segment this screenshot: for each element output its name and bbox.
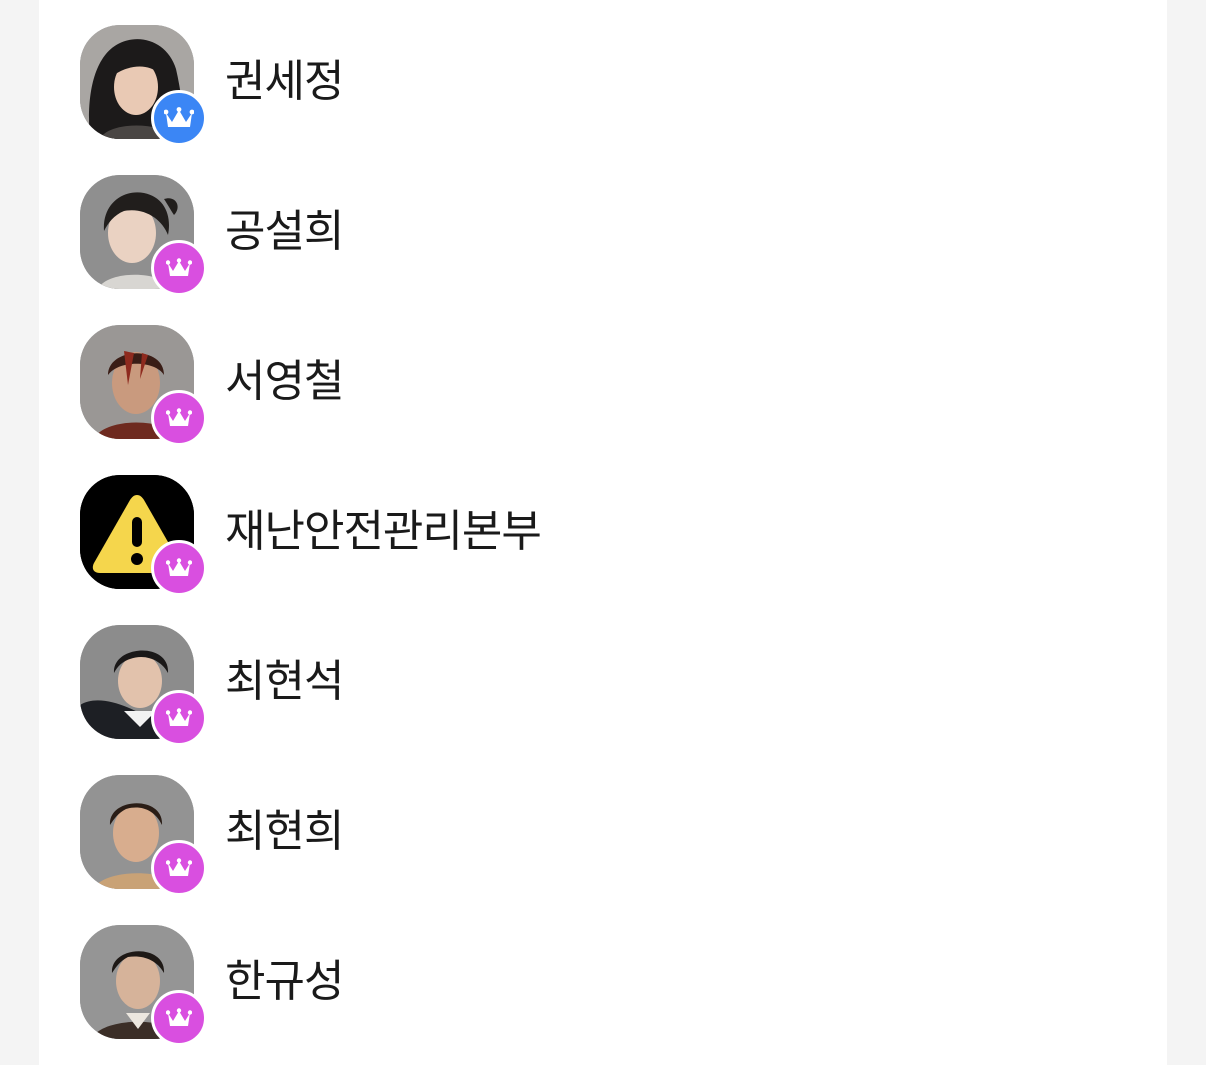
avatar (80, 175, 207, 296)
crown-icon (151, 390, 207, 446)
avatar (80, 625, 207, 746)
member-row[interactable]: 공설희 (39, 150, 1167, 300)
crown-icon (151, 540, 207, 596)
crown-icon (151, 690, 207, 746)
owner-crown-icon (151, 90, 207, 146)
member-row[interactable]: 최현희 (39, 750, 1167, 900)
member-name: 공설희 (225, 206, 344, 257)
member-list: 권세정 공설희 서영철 재난안전관리본부 최현석 최현희 한규성 (39, 0, 1167, 1065)
crown-icon (151, 990, 207, 1046)
member-name: 한규성 (225, 956, 344, 1007)
member-name: 서영철 (225, 356, 344, 407)
member-name: 권세정 (225, 56, 344, 107)
member-name: 최현석 (225, 656, 344, 707)
avatar (80, 325, 207, 446)
member-name: 최현희 (225, 806, 344, 857)
member-name: 재난안전관리본부 (225, 506, 542, 557)
avatar (80, 475, 207, 596)
member-row[interactable]: 권세정 (39, 0, 1167, 150)
avatar (80, 25, 207, 146)
avatar (80, 925, 207, 1046)
avatar (80, 775, 207, 896)
member-row[interactable]: 재난안전관리본부 (39, 450, 1167, 600)
crown-icon (151, 840, 207, 896)
crown-icon (151, 240, 207, 296)
member-row[interactable]: 한규성 (39, 900, 1167, 1050)
member-row[interactable]: 서영철 (39, 300, 1167, 450)
member-row[interactable]: 최현석 (39, 600, 1167, 750)
